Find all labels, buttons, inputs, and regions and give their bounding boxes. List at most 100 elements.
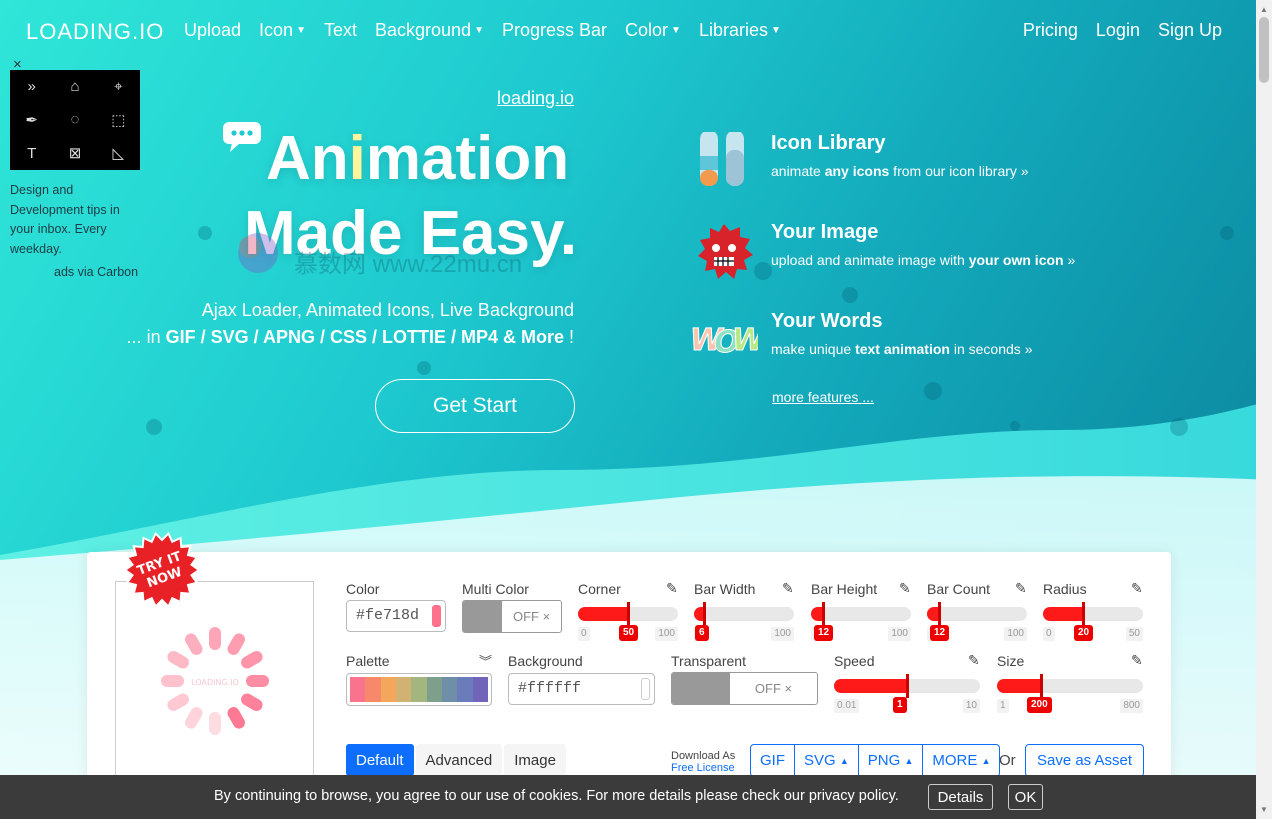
nav-right: Pricing Login Sign Up [1023, 20, 1222, 41]
nav-pricing[interactable]: Pricing [1023, 20, 1078, 41]
slider-handle[interactable] [938, 602, 941, 626]
pencil-icon[interactable]: ✎ [899, 580, 911, 597]
carbon-ad-image[interactable]: » ⌂ ⌖ ✒ ◌ ⬚ T ⊠ ◺ [10, 70, 140, 170]
nav-text[interactable]: Text [324, 20, 357, 41]
save-as-asset-button[interactable]: Save as Asset [1025, 744, 1144, 777]
slider-value[interactable]: 12 [814, 625, 834, 641]
slider-bar-height[interactable]: 110012 [811, 601, 911, 641]
color-input[interactable]: #fe718d [346, 600, 446, 632]
slider-handle[interactable] [1082, 602, 1085, 626]
download-png-button[interactable]: PNG ▲ [859, 745, 924, 776]
slider-track[interactable] [927, 607, 1027, 621]
chevron-right-icon: » [1024, 341, 1033, 357]
slider-handle[interactable] [906, 674, 909, 698]
spinner-bar [241, 693, 263, 711]
decor-dot [146, 419, 162, 435]
get-start-button[interactable]: Get Start [375, 379, 575, 433]
slider-handle[interactable] [627, 602, 630, 626]
scroll-down-icon[interactable]: ▼ [1260, 805, 1268, 814]
loading-io-link[interactable]: loading.io [497, 88, 574, 109]
more-features-link[interactable]: more features ... [772, 389, 874, 405]
download-svg-button[interactable]: SVG ▲ [795, 745, 859, 776]
slider-value[interactable]: 1 [893, 697, 907, 713]
background-swatch[interactable] [641, 678, 650, 700]
svg-text:W: W [732, 323, 758, 358]
double-chevron-down-icon[interactable]: ︾ [479, 651, 492, 670]
nav-background[interactable]: Background ▼ [375, 20, 484, 41]
ad-text[interactable]: Design and Development tips in your inbo… [10, 181, 135, 259]
decor-dot [1010, 421, 1020, 431]
slider-max: 800 [1120, 699, 1143, 713]
slider-value[interactable]: 50 [619, 625, 639, 641]
slider-radius[interactable]: 0 50 20 [1043, 601, 1143, 641]
slider-handle[interactable] [703, 602, 706, 626]
slider-corner[interactable]: 0 100 50 [578, 601, 678, 641]
nav-sign-up[interactable]: Sign Up [1158, 20, 1222, 41]
slider-track[interactable] [694, 607, 794, 621]
feature-your-image[interactable]: Your Image upload and animate image with… [690, 221, 1110, 281]
nav-color[interactable]: Color ▼ [625, 20, 681, 41]
slider-size[interactable]: 1 800 200 [997, 673, 1143, 713]
pencil-icon[interactable]: ✎ [782, 580, 794, 597]
spinner-bar [246, 675, 269, 687]
nav-upload[interactable]: Upload [184, 20, 241, 41]
scroll-up-icon[interactable]: ▲ [1260, 5, 1268, 14]
slider-value[interactable]: 6 [695, 625, 709, 641]
pencil-icon[interactable]: ✎ [1131, 580, 1143, 597]
pencil-icon[interactable]: ✎ [1131, 652, 1143, 669]
palette-swatch [380, 677, 396, 702]
nav-login[interactable]: Login [1096, 20, 1140, 41]
caret-down-icon: ▼ [296, 25, 306, 36]
color-swatch[interactable] [432, 605, 441, 627]
slider-bar-count[interactable]: 210012 [927, 601, 1027, 641]
feature-desc: make unique text animation in seconds » [771, 341, 1033, 357]
slider-value[interactable]: 20 [1074, 625, 1094, 641]
slider-label: Speed [834, 653, 875, 669]
transparent-toggle[interactable]: OFF × [671, 672, 818, 705]
slider-handle[interactable] [1040, 674, 1043, 698]
wow-text-icon: W O W [690, 323, 758, 361]
slider-handle[interactable] [822, 602, 825, 626]
or-label: Or [999, 752, 1016, 769]
feature-title: Your Image [771, 221, 879, 243]
cookie-details-button[interactable]: Details [928, 784, 993, 810]
caret-up-icon: ▲ [904, 755, 914, 766]
angry-face-icon [698, 224, 753, 279]
nav-progress-bar[interactable]: Progress Bar [502, 20, 607, 41]
ad-via-link[interactable]: ads via Carbon [54, 265, 138, 279]
slider-label: Bar Height [811, 581, 878, 597]
chevron-right-icon: » [1067, 252, 1076, 268]
caret-up-icon: ▲ [839, 755, 849, 766]
slider-value[interactable]: 12 [930, 625, 950, 641]
cookie-banner: By continuing to browse, you agree to ou… [0, 775, 1256, 819]
try-it-now-badge[interactable]: TRY IT NOW [123, 531, 201, 609]
tab-advanced[interactable]: Advanced [415, 744, 503, 776]
slider-track[interactable] [811, 607, 911, 621]
slider-value[interactable]: 200 [1027, 697, 1052, 713]
brand-logo[interactable]: LOADING.IO [26, 19, 164, 45]
download-gif-button[interactable]: GIF [751, 745, 795, 776]
feature-icon-library[interactable]: Icon Library animate any icons from our … [690, 132, 1110, 192]
free-license-link[interactable]: Free License [671, 762, 735, 774]
pencil-icon[interactable]: ✎ [1015, 580, 1027, 597]
palette-picker[interactable] [346, 673, 492, 706]
slider-bar-width[interactable]: 11006 [694, 601, 794, 641]
feature-your-words[interactable]: W O W Your Words make unique text animat… [690, 310, 1110, 370]
cookie-ok-button[interactable]: OK [1008, 784, 1043, 810]
scrollbar-thumb[interactable] [1259, 17, 1269, 83]
multi-color-toggle[interactable]: OFF × [462, 600, 562, 633]
nav-libraries[interactable]: Libraries ▼ [699, 20, 781, 41]
vertical-scrollbar[interactable]: ▲ ▼ [1256, 0, 1272, 819]
pencil-icon[interactable]: ✎ [666, 580, 678, 597]
download-more-button[interactable]: MORE ▲ [923, 745, 999, 776]
pencil-icon[interactable]: ✎ [968, 652, 980, 669]
slider-label: Bar Count [927, 581, 991, 597]
tab-image[interactable]: Image [504, 744, 566, 776]
tab-default[interactable]: Default [346, 744, 414, 776]
background-input[interactable]: #ffffff [508, 673, 655, 705]
slider-fill [834, 679, 907, 693]
slider-max: 100 [655, 627, 678, 641]
icon-library-icon [700, 132, 744, 186]
nav-icon[interactable]: Icon ▼ [259, 20, 306, 41]
slider-speed[interactable]: 0.01 10 1 [834, 673, 980, 713]
